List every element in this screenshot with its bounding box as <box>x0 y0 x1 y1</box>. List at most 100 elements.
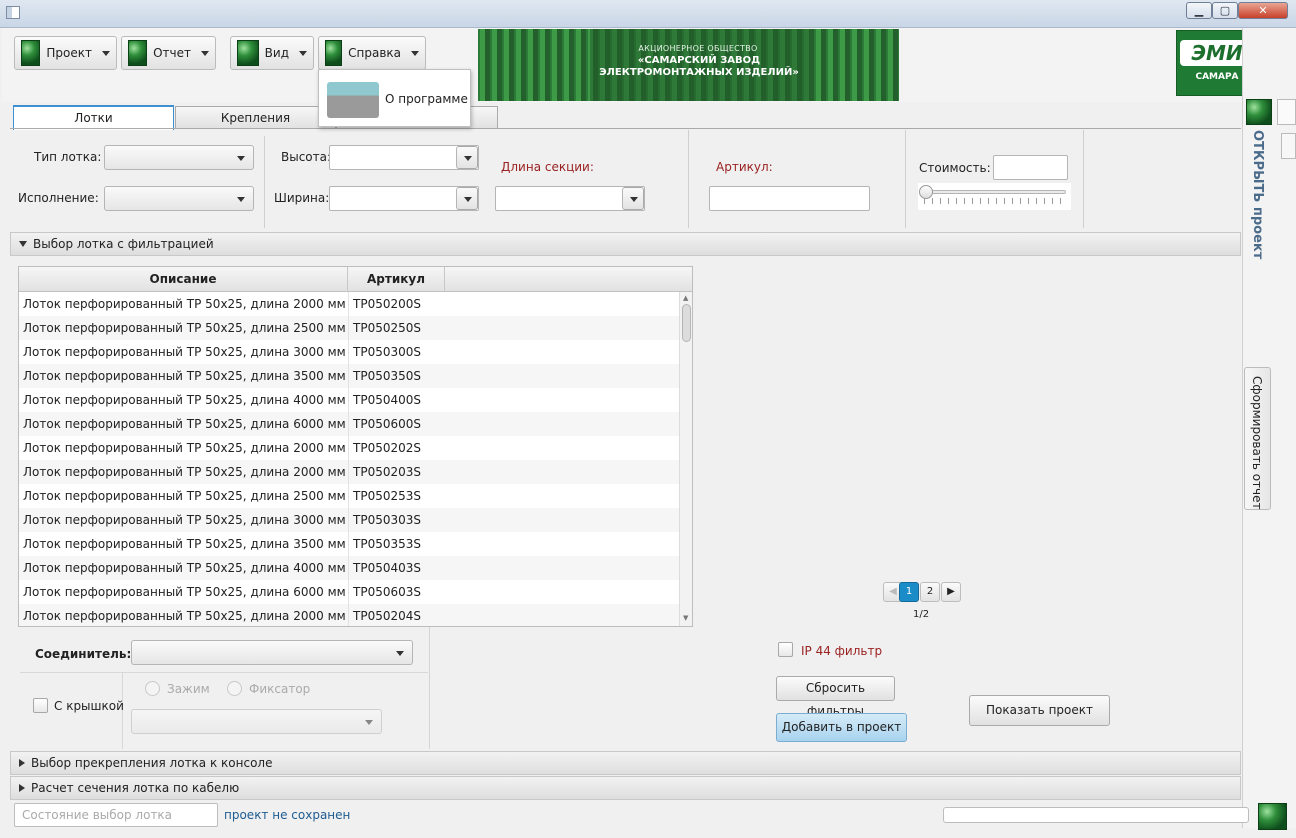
menu-view-label: Вид <box>264 46 289 60</box>
cell-article: TP050353S <box>348 532 442 556</box>
menu-report-button[interactable]: Отчет <box>121 36 216 70</box>
window-title-bar <box>0 0 1296 28</box>
chevron-down-icon[interactable] <box>456 146 478 169</box>
scroll-down-icon[interactable]: ▼ <box>683 614 688 622</box>
tray-type-label: Тип лотка: <box>34 150 102 164</box>
accordion-console-mount-label: Выбор прекрепления лотка к консоле <box>31 756 273 770</box>
chevron-down-icon[interactable] <box>456 187 478 210</box>
table-body: Лоток перфорированный ТР 50х25, длина 20… <box>19 292 679 626</box>
clamp-label: Зажим <box>167 682 210 696</box>
section-length-combo[interactable] <box>495 186 645 211</box>
minimize-button[interactable]: ▁ <box>1186 2 1212 19</box>
show-project-button[interactable]: Показать проект <box>969 695 1110 726</box>
chevron-right-icon <box>19 759 25 767</box>
cost-slider-thumb[interactable] <box>919 185 933 199</box>
table-row[interactable]: Лоток перфорированный ТР 50х25, длина 40… <box>19 388 679 412</box>
table-row[interactable]: Лоток перфорированный ТР 50х25, длина 35… <box>19 364 679 388</box>
side-tab-edge <box>1277 99 1296 125</box>
section-length-label: Длина секции: <box>501 160 594 174</box>
banner-line-3: ЭЛЕКТРОМОНТАЖНЫХ ИЗДЕЛИЙ» <box>599 67 799 78</box>
menu-item-about[interactable]: О программе <box>385 92 468 106</box>
column-header-article[interactable]: Артикул <box>348 267 445 292</box>
clamp-radio[interactable] <box>145 681 160 696</box>
open-project-side-tab[interactable]: ОТКРЫТЬ проект <box>1250 130 1265 259</box>
accordion-cable-calc[interactable]: Расчет сечения лотка по кабелю <box>10 776 1241 800</box>
tray-type-select[interactable] <box>104 145 254 170</box>
article-input[interactable] <box>709 186 870 211</box>
cell-description: Лоток перфорированный ТР 50х25, длина 60… <box>23 417 345 431</box>
tab-mounts[interactable]: Крепления <box>175 106 336 129</box>
save-status-text: проект не сохранен <box>224 808 351 822</box>
menu-help-label: Справка <box>348 46 401 60</box>
width-combo[interactable] <box>329 186 479 211</box>
divider <box>264 136 265 228</box>
divider <box>688 130 689 228</box>
cell-article: TP050250S <box>348 316 442 340</box>
connector-select[interactable] <box>131 640 413 665</box>
tab-trays[interactable]: Лотки <box>13 105 174 130</box>
table-row[interactable]: Лоток перфорированный ТР 50х25, длина 30… <box>19 340 679 364</box>
project-icon <box>21 40 41 66</box>
add-to-project-button[interactable]: Добавить в проект <box>776 713 907 742</box>
table-row[interactable]: Лоток перфорированный ТР 50х25, длина 60… <box>19 580 679 604</box>
column-header-description[interactable]: Описание <box>19 267 348 292</box>
cost-slider-track[interactable] <box>924 190 1066 194</box>
cell-article: TP050303S <box>348 508 442 532</box>
table-row[interactable]: Лоток перфорированный ТР 50х25, длина 60… <box>19 412 679 436</box>
cell-description: Лоток перфорированный ТР 50х25, длина 40… <box>23 561 345 575</box>
cell-article: TP050603S <box>348 580 442 604</box>
table-row[interactable]: Лоток перфорированный ТР 50х25, длина 20… <box>19 292 679 316</box>
table-row[interactable]: Лоток перфорированный ТР 50х25, длина 30… <box>19 508 679 532</box>
maximize-button[interactable]: ▢ <box>1212 2 1238 19</box>
table-row[interactable]: Лоток перфорированный ТР 50х25, длина 35… <box>19 532 679 556</box>
table-row[interactable]: Лоток перфорированный ТР 50х25, длина 20… <box>19 436 679 460</box>
table-row[interactable]: Лоток перфорированный ТР 50х25, длина 25… <box>19 316 679 340</box>
chevron-down-icon[interactable] <box>622 187 644 210</box>
accordion-console-mount[interactable]: Выбор прекрепления лотка к консоле <box>10 751 1241 775</box>
execution-select[interactable] <box>104 186 254 211</box>
report-icon <box>128 40 148 66</box>
ip44-label: IP 44 фильтр <box>801 644 883 658</box>
cell-description: Лоток перфорированный ТР 50х25, длина 35… <box>23 537 345 551</box>
chevron-right-icon <box>19 784 25 792</box>
page-1-button[interactable]: 1 <box>899 582 919 602</box>
menu-help-button[interactable]: Справка <box>318 36 426 70</box>
cell-description: Лоток перфорированный ТР 50х25, длина 40… <box>23 393 345 407</box>
cell-article: TP050350S <box>348 364 442 388</box>
menu-view-button[interactable]: Вид <box>230 36 314 70</box>
height-label: Высота: <box>281 150 332 164</box>
height-combo[interactable] <box>329 145 479 170</box>
table-row[interactable]: Лоток перфорированный ТР 50х25, длина 20… <box>19 604 679 626</box>
tray-table: Описание Артикул Лоток перфорированный Т… <box>18 266 693 627</box>
chevron-down-icon <box>299 50 307 56</box>
cell-article: TP050253S <box>348 484 442 508</box>
fixer-radio[interactable] <box>227 681 242 696</box>
table-scrollbar[interactable]: ▲ ▼ <box>679 292 692 626</box>
about-icon <box>327 82 379 118</box>
ip44-checkbox[interactable] <box>778 642 793 657</box>
close-button[interactable]: ✕ <box>1238 2 1288 19</box>
cost-input[interactable] <box>993 155 1068 180</box>
table-row[interactable]: Лоток перфорированный ТР 50х25, длина 25… <box>19 484 679 508</box>
accordion-filter-select[interactable]: Выбор лотка с фильтрацией <box>10 232 1241 256</box>
banner-line-1: АКЦИОНЕРНОЕ ОБЩЕСТВО <box>638 44 758 53</box>
cost-slider-area <box>918 183 1071 210</box>
execution-label: Исполнение: <box>18 191 99 205</box>
status-input[interactable]: Состояние выбор лотка <box>14 803 218 827</box>
with-cover-checkbox[interactable] <box>33 698 48 713</box>
divider <box>1083 130 1084 228</box>
table-row[interactable]: Лоток перфорированный ТР 50х25, длина 20… <box>19 460 679 484</box>
scrollbar-thumb[interactable] <box>682 304 691 342</box>
cover-type-select[interactable] <box>131 709 382 734</box>
table-row[interactable]: Лоток перфорированный ТР 50х25, длина 40… <box>19 556 679 580</box>
menu-project-button[interactable]: Проект <box>14 36 117 70</box>
help-dropdown-menu: О программе <box>318 69 471 127</box>
cell-description: Лоток перфорированный ТР 50х25, длина 20… <box>23 441 345 455</box>
page-2-button[interactable]: 2 <box>920 582 940 602</box>
cell-article: TP050400S <box>348 388 442 412</box>
scroll-up-icon[interactable]: ▲ <box>683 294 688 302</box>
reset-filters-button[interactable]: Сбросить фильтры <box>776 676 895 718</box>
page-next-button[interactable]: ▶ <box>941 582 961 602</box>
chevron-down-icon <box>201 50 209 56</box>
cell-article: TP050600S <box>348 412 442 436</box>
